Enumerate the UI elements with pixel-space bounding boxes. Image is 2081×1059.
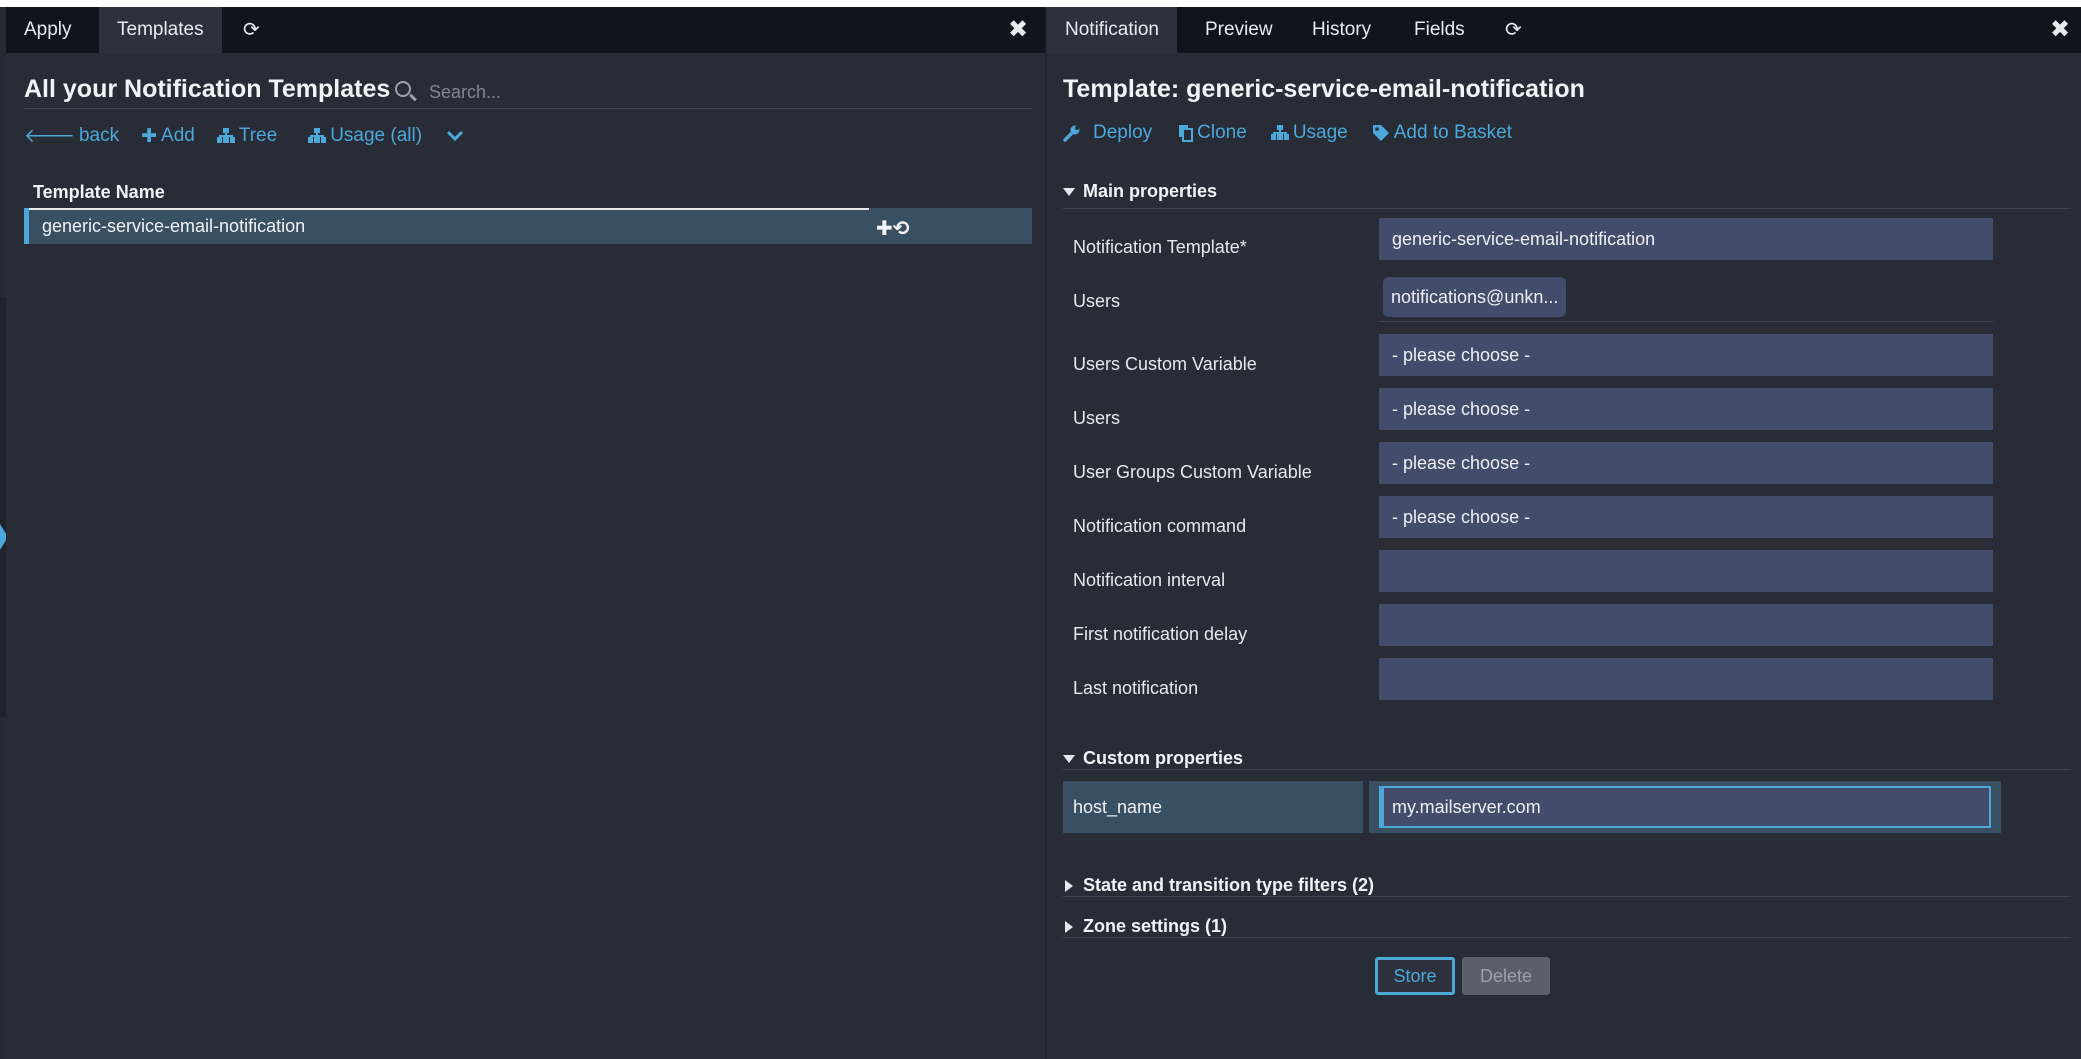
clone-label: Clone [1197, 122, 1247, 143]
usage-all-label: Usage (all) [330, 125, 423, 146]
more-dropdown[interactable] [446, 130, 464, 142]
row-actions[interactable]: ✚⟲ [876, 216, 910, 241]
section-custom-label: Custom properties [1083, 748, 1244, 768]
usage-all-link[interactable]: Usage (all) [308, 125, 422, 147]
caret-right-icon [1065, 920, 1073, 933]
field-label-last-notification: Last notification [1073, 678, 1199, 698]
user-chip[interactable]: notifications@unkn... [1383, 277, 1567, 317]
tab-apply[interactable]: Apply [6, 7, 90, 53]
wrench-icon [1063, 125, 1080, 142]
table-row[interactable]: generic-service-email-notification ✚⟲ [24, 208, 1032, 244]
section-zone-label: Zone settings (1) [1083, 916, 1228, 936]
add-label: Add [161, 125, 195, 146]
refresh-icon[interactable]: ⟳ [225, 7, 278, 53]
section-state-filters[interactable]: State and transition type filters (2) [1063, 875, 1374, 896]
app-window: Apply Templates ⟳ ✖ All your Notificatio… [0, 7, 2081, 1059]
template-name-cell: generic-service-email-notification [42, 216, 306, 236]
notification-interval-input[interactable] [1379, 550, 1993, 592]
deploy-label: Deploy [1093, 122, 1153, 143]
tab-notification[interactable]: Notification [1047, 7, 1177, 53]
back-link[interactable]: 🡐 back [24, 124, 119, 148]
close-icon[interactable]: ✖ [2050, 7, 2070, 53]
tree-link[interactable]: Tree [216, 125, 278, 147]
right-panel: Notification Preview History Fields ⟳ ✖ … [1047, 7, 2081, 1059]
notification-command-select[interactable]: - please choose - [1379, 496, 1993, 538]
selected-marker [24, 208, 29, 244]
users-select[interactable]: - please choose - [1379, 388, 1993, 430]
field-label-users: Users [1073, 408, 1121, 428]
section-zone-settings[interactable]: Zone settings (1) [1063, 916, 1227, 937]
section-filters-label: State and transition type filters (2) [1083, 875, 1375, 895]
tab-fields[interactable]: Fields [1396, 7, 1483, 53]
refresh-glyph: ⟳ [243, 19, 260, 41]
section-divider [1063, 896, 2071, 897]
left-tab-bar: Apply Templates ⟳ ✖ [6, 7, 1045, 53]
store-button[interactable]: Store [1375, 957, 1455, 995]
sitemap-icon [1270, 125, 1289, 141]
usage-label: Usage [1292, 122, 1348, 143]
column-header-template-name: Template Name [33, 182, 165, 202]
arrow-left-icon: 🡐 [24, 126, 75, 147]
section-main-label: Main properties [1083, 181, 1218, 201]
tab-templates[interactable]: Templates [99, 7, 222, 53]
section-divider [1063, 769, 2071, 770]
add-to-basket-link[interactable]: Add to Basket [1372, 122, 1512, 144]
back-label: back [78, 125, 120, 146]
template-title: Template: generic-service-email-notifica… [1063, 75, 1585, 103]
sitemap-icon [216, 128, 235, 144]
search-box [391, 77, 1027, 107]
section-divider [1063, 208, 2071, 209]
copy-icon [1179, 125, 1194, 142]
refresh-glyph: ⟳ [1505, 19, 1522, 41]
first-notification-delay-input[interactable] [1379, 604, 1993, 646]
tree-label: Tree [238, 125, 278, 146]
custom-property-label-cell: host_name [1063, 781, 1363, 833]
title-divider [24, 108, 1032, 109]
section-custom-properties[interactable]: Custom properties [1063, 748, 1243, 769]
users-divider [1379, 321, 1993, 322]
page-title: All your Notification Templates [24, 75, 391, 103]
sitemap-icon [308, 128, 327, 144]
field-label-user-groups-custom-variable: User Groups Custom Variable [1073, 462, 1312, 482]
field-label-users-custom-variable: Users Custom Variable [1073, 354, 1257, 374]
plus-icon: ✚ [141, 125, 158, 147]
caret-right-icon [1065, 879, 1073, 892]
field-label-first-notification-delay: First notification delay [1073, 624, 1248, 644]
field-label-template: Notification Template* [1073, 237, 1247, 257]
section-main-properties[interactable]: Main properties [1063, 181, 1217, 202]
custom-property-value-cell [1369, 781, 2001, 833]
refresh-icon[interactable]: ⟳ [1487, 7, 1540, 53]
field-label-users-chip: Users [1073, 291, 1121, 311]
left-actions: 🡐 back ✚ Add Tree Usage (all) [24, 122, 464, 150]
field-label-notification-interval: Notification interval [1073, 570, 1226, 590]
caret-down-icon [1063, 754, 1075, 763]
right-tab-bar: Notification Preview History Fields ⟳ ✖ [1047, 7, 2081, 53]
search-input[interactable] [429, 77, 1019, 107]
users-custom-variable-select[interactable]: - please choose - [1379, 334, 1993, 376]
left-panel: Apply Templates ⟳ ✖ All your Notificatio… [6, 7, 1045, 1059]
section-divider [1063, 937, 2071, 938]
user-groups-custom-variable-select[interactable]: - please choose - [1379, 442, 1993, 484]
tab-preview[interactable]: Preview [1187, 7, 1291, 53]
add-link[interactable]: ✚ Add [141, 125, 195, 148]
delete-button[interactable]: Delete [1462, 957, 1550, 995]
template-name-input[interactable] [1379, 218, 1993, 260]
usage-link[interactable]: Usage [1270, 122, 1348, 144]
tab-history[interactable]: History [1294, 7, 1389, 53]
host-name-input[interactable] [1379, 786, 1991, 828]
tag-icon [1372, 125, 1389, 141]
close-icon[interactable]: ✖ [1008, 7, 1028, 53]
deploy-link[interactable]: Deploy [1063, 122, 1152, 144]
right-actions: Deploy Clone Usage Add to Basket [1063, 119, 1512, 147]
search-icon [395, 81, 411, 97]
clone-link[interactable]: Clone [1178, 122, 1247, 144]
custom-property-label: host_name [1073, 797, 1163, 817]
add-to-basket-label: Add to Basket [1393, 122, 1513, 143]
chevron-down-icon [447, 130, 464, 142]
last-notification-input[interactable] [1379, 658, 1993, 700]
field-label-notification-command: Notification command [1073, 516, 1247, 536]
caret-down-icon [1063, 187, 1075, 196]
